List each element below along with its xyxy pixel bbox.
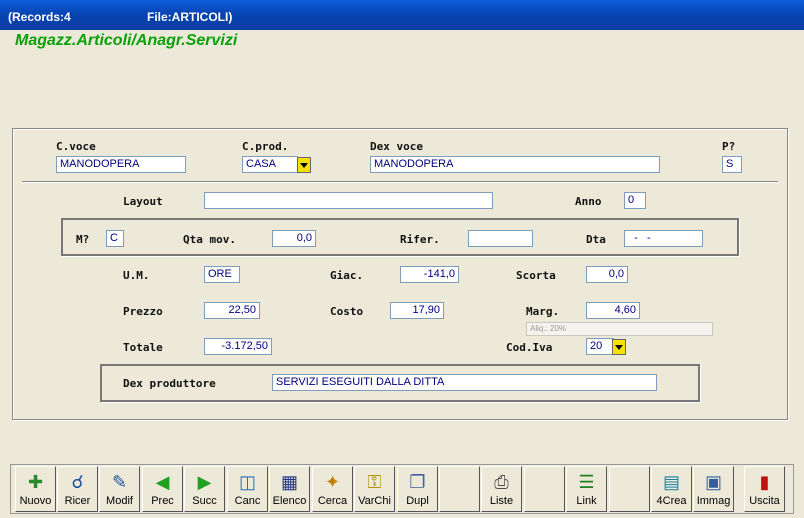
rifer-field[interactable] xyxy=(468,230,533,247)
codiva-label: Cod.Iva xyxy=(506,341,553,354)
immag-label: Immag xyxy=(696,495,731,507)
cvoce-label: C.voce xyxy=(56,140,96,153)
giac-label: Giac. xyxy=(330,269,364,282)
liste-label: Liste xyxy=(489,495,514,507)
prec-button[interactable]: ◀ Prec xyxy=(142,466,183,512)
image-icon: ▣ xyxy=(704,472,722,492)
window-titlebar: (Records:4 File:ARTICOLI) xyxy=(0,0,804,30)
um-label: U.M. xyxy=(123,269,150,282)
ricer-button[interactable]: ☌ Ricer xyxy=(57,466,98,512)
codiva-field[interactable]: 20 xyxy=(586,338,614,355)
modif-button[interactable]: ✎ Modif xyxy=(99,466,140,512)
canc-label: Canc xyxy=(234,495,261,507)
dexvoce-field[interactable]: MANODOPERA xyxy=(370,156,660,173)
layout-label: Layout xyxy=(123,195,163,208)
new-document-icon: ✚ xyxy=(27,472,44,492)
crea-button[interactable]: ▤ 4Crea xyxy=(651,466,692,512)
trash-icon: ◫ xyxy=(238,472,256,492)
elenco-button[interactable]: ▦ Elenco xyxy=(269,466,310,512)
anno-label: Anno xyxy=(575,195,602,208)
arrow-left-icon: ◀ xyxy=(155,472,170,492)
chart-icon: ▤ xyxy=(662,472,680,492)
um-field[interactable]: ORE xyxy=(204,266,240,283)
dexprod-label: Dex produttore xyxy=(123,377,216,390)
uscita-button[interactable]: ▮ Uscita xyxy=(744,466,785,512)
dta-field[interactable]: - - xyxy=(624,230,703,247)
canc-button[interactable]: ◫ Canc xyxy=(227,466,268,512)
dupl-label: Dupl xyxy=(406,495,429,507)
marg-field[interactable]: 4,60 xyxy=(586,302,640,319)
dexvoce-label: Dex voce xyxy=(370,140,423,153)
qta-label: Qta mov. xyxy=(183,233,236,246)
codiva-dropdown-button[interactable] xyxy=(612,339,626,355)
succ-button[interactable]: ▶ Succ xyxy=(184,466,225,512)
tree-icon: ☰ xyxy=(578,472,595,492)
totale-field[interactable]: -3.172,50 xyxy=(204,338,272,355)
exit-door-icon: ▮ xyxy=(759,472,770,492)
costo-field[interactable]: 17,90 xyxy=(390,302,444,319)
cerca-button[interactable]: ✦ Cerca xyxy=(312,466,353,512)
scorta-label: Scorta xyxy=(516,269,556,282)
keys-icon: ⚿ xyxy=(367,472,382,492)
arrow-right-icon: ▶ xyxy=(197,472,212,492)
qta-field[interactable]: 0,0 xyxy=(272,230,316,247)
rifer-label: Rifer. xyxy=(400,233,440,246)
varchi-label: VarChi xyxy=(358,495,391,507)
totale-label: Totale xyxy=(123,341,163,354)
dta-label: Dta xyxy=(586,233,606,246)
p-field[interactable]: S xyxy=(722,156,742,173)
cvoce-field[interactable]: MANODOPERA xyxy=(56,156,186,173)
succ-label: Succ xyxy=(192,495,217,507)
duplicate-icon: ❐ xyxy=(409,472,426,492)
cprod-dropdown-button[interactable] xyxy=(297,157,311,173)
crea-label: 4Crea xyxy=(656,495,687,507)
search-icon: ✦ xyxy=(324,472,341,492)
scorta-field[interactable]: 0,0 xyxy=(586,266,628,283)
page-title: Magazz.Articoli/Anagr.Servizi xyxy=(15,32,238,49)
nuovo-button[interactable]: ✚ Nuovo xyxy=(15,466,56,512)
marg-label: Marg. xyxy=(526,305,560,318)
m-field[interactable]: C xyxy=(106,230,124,247)
cerca-label: Cerca xyxy=(317,495,348,507)
giac-field[interactable]: -141,0 xyxy=(400,266,459,283)
empty-button-2[interactable] xyxy=(524,466,565,512)
p-label: P? xyxy=(722,140,736,153)
costo-label: Costo xyxy=(330,305,364,318)
varchi-button[interactable]: ⚿ VarChi xyxy=(354,466,395,512)
layout-field[interactable] xyxy=(204,192,493,209)
immag-button[interactable]: ▣ Immag xyxy=(693,466,734,512)
elenco-label: Elenco xyxy=(272,495,307,507)
ricer-label: Ricer xyxy=(64,495,91,507)
dupl-button[interactable]: ❐ Dupl xyxy=(397,466,438,512)
prezzo-field[interactable]: 22,50 xyxy=(204,302,260,319)
modif-label: Modif xyxy=(106,495,133,507)
aliquota-info: Aliq.: 20% xyxy=(526,322,713,336)
anno-field[interactable]: 0 xyxy=(624,192,646,209)
nuovo-label: Nuovo xyxy=(19,495,52,507)
link-button[interactable]: ☰ Link xyxy=(566,466,607,512)
prezzo-label: Prezzo xyxy=(123,305,163,318)
liste-button[interactable]: ⎙ Liste xyxy=(481,466,522,512)
edit-document-icon: ✎ xyxy=(111,472,128,492)
file-name: File:ARTICOLI) xyxy=(147,10,233,24)
divider xyxy=(22,181,778,183)
cprod-label: C.prod. xyxy=(242,140,289,153)
uscita-label: Uscita xyxy=(749,495,780,507)
magnifier-icon: ☌ xyxy=(71,472,84,492)
cprod-field[interactable]: CASA xyxy=(242,156,298,173)
dexprod-field[interactable]: SERVIZI ESEGUITI DALLA DITTA xyxy=(272,374,657,391)
empty-button-3[interactable] xyxy=(609,466,650,512)
link-label: Link xyxy=(576,495,597,507)
m-label: M? xyxy=(76,233,90,246)
records-count: (Records:4 xyxy=(8,10,71,24)
prec-label: Prec xyxy=(151,495,174,507)
printer-icon: ⎙ xyxy=(494,472,509,492)
empty-button-1[interactable] xyxy=(439,466,480,512)
list-icon: ▦ xyxy=(280,472,298,492)
